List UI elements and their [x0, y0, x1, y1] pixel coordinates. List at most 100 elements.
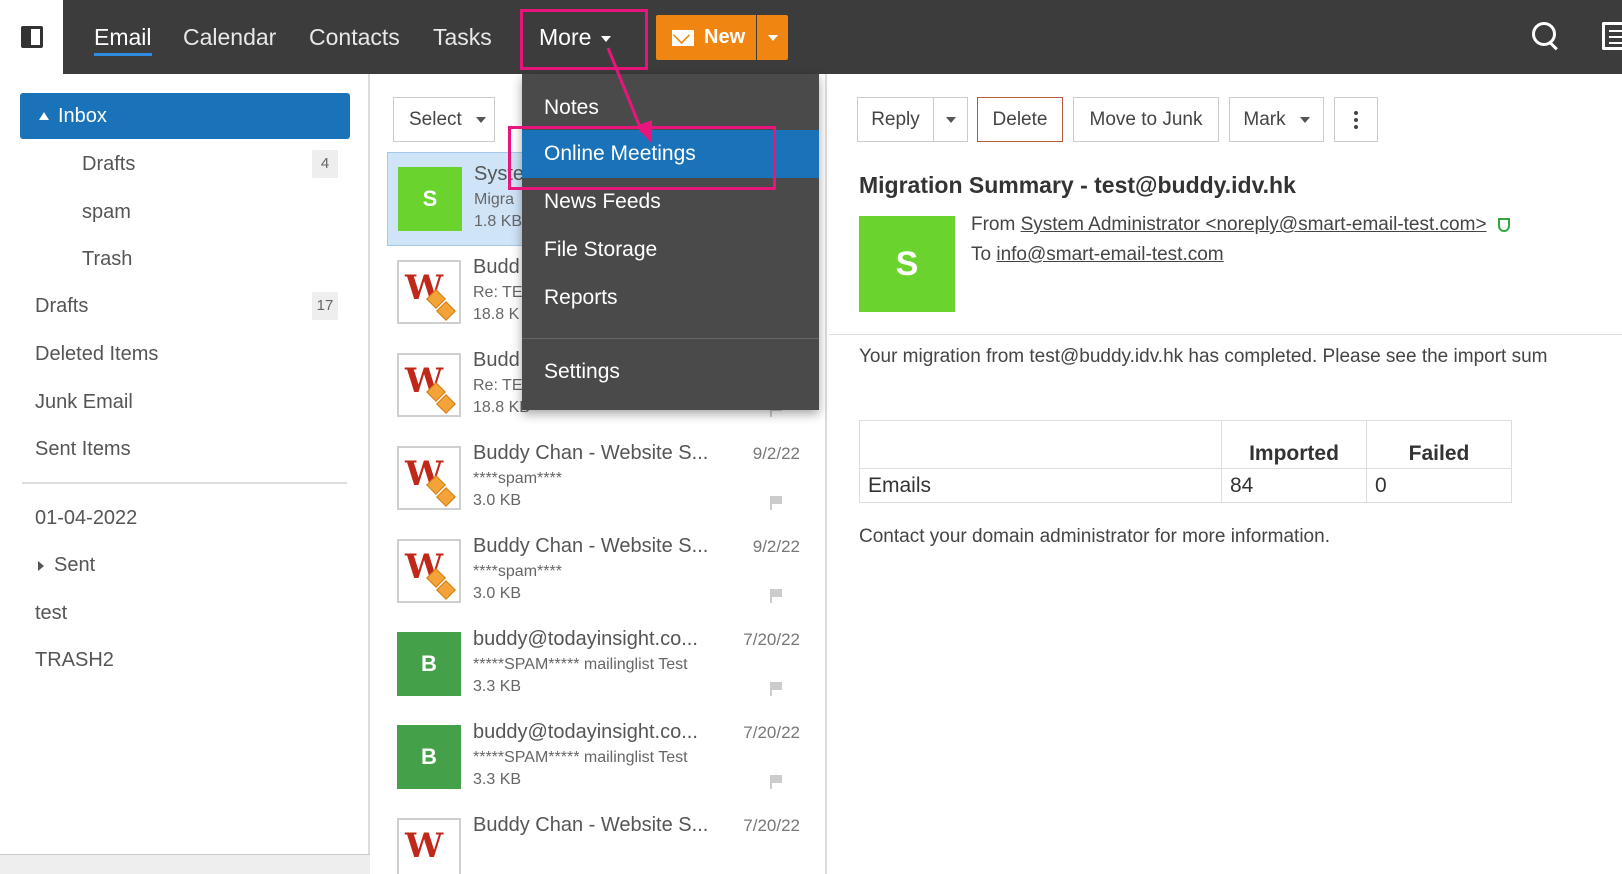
sender-avatar-large: S	[859, 216, 955, 312]
reading-pane: Reply Delete Move to Junk Mark Migration…	[829, 74, 1622, 874]
folder-trash2[interactable]: TRASH2	[20, 637, 350, 683]
folder-label: test	[35, 602, 68, 624]
sidebar-toggle-button[interactable]	[0, 0, 63, 74]
folder-sent-items[interactable]: Sent Items	[20, 426, 350, 472]
menu-item-file-storage[interactable]: File Storage	[522, 226, 819, 274]
message-subject: Re: TE	[473, 284, 523, 301]
chevron-down-icon	[475, 116, 486, 123]
table-header	[859, 420, 1222, 469]
chevron-down-icon	[1299, 116, 1310, 123]
annotation-arrow-icon	[606, 47, 652, 144]
new-button[interactable]: New	[656, 15, 756, 60]
verified-shield-icon	[1497, 217, 1510, 232]
envelope-icon	[672, 29, 694, 46]
folder-divider	[22, 482, 347, 484]
message-date: 7/20/22	[743, 816, 800, 835]
message-row[interactable]: B buddy@todayinsight.co... 7/20/22 *****…	[387, 711, 812, 805]
menu-item-reports[interactable]: Reports	[522, 274, 819, 322]
message-size: 3.0 KB	[473, 492, 522, 509]
to-label: To	[971, 244, 992, 265]
folder-inbox-drafts[interactable]: Drafts 4	[20, 141, 350, 187]
table-cell: 84	[1221, 468, 1367, 503]
reply-label: Reply	[871, 108, 920, 130]
folder-label: spam	[82, 201, 131, 223]
more-actions-button[interactable]	[1334, 97, 1378, 142]
sender-avatar: B	[397, 632, 461, 696]
sidebar-toggle-icon	[20, 26, 43, 48]
folder-label: Drafts	[82, 153, 136, 175]
company-logo-avatar: W	[397, 539, 461, 603]
folder-test[interactable]: test	[20, 590, 350, 636]
folder-label: Trash	[82, 248, 133, 270]
nav-contacts[interactable]: Contacts	[309, 0, 400, 74]
to-address-link[interactable]: info@smart-email-test.com	[996, 244, 1223, 265]
message-row[interactable]: W Buddy Chan - Website S... 9/2/22 ****s…	[387, 525, 812, 619]
message-row[interactable]: B buddy@todayinsight.co... 7/20/22 *****…	[387, 618, 812, 712]
new-button-label: New	[704, 26, 746, 48]
delete-label: Delete	[992, 108, 1048, 130]
to-line: To info@smart-email-test.com	[971, 244, 1224, 266]
mark-button[interactable]: Mark	[1229, 97, 1324, 142]
menu-item-notes[interactable]: Notes	[522, 84, 819, 132]
expand-arrow-icon[interactable]	[38, 560, 44, 571]
folder-drafts[interactable]: Drafts 17	[20, 283, 350, 329]
horizontal-scrollbar[interactable]	[0, 854, 370, 874]
folder-junk-email[interactable]: Junk Email	[20, 379, 350, 425]
from-line: From System Administrator <noreply@smart…	[971, 214, 1510, 236]
nav-email[interactable]: Email	[94, 0, 152, 74]
message-subject: ****spam****	[473, 563, 562, 580]
flag-icon[interactable]	[770, 496, 782, 510]
folder-sent[interactable]: Sent	[20, 542, 350, 588]
move-to-junk-button[interactable]: Move to Junk	[1073, 97, 1219, 142]
sender-avatar: S	[398, 167, 462, 231]
folder-label: Sent	[54, 554, 96, 576]
reply-button[interactable]: Reply	[857, 97, 934, 142]
message-size: 3.0 KB	[473, 585, 522, 602]
flag-icon[interactable]	[770, 682, 782, 696]
new-dropdown-button[interactable]	[757, 15, 788, 60]
message-row[interactable]: W Buddy Chan - Website S... 7/20/22	[387, 804, 812, 874]
message-size: 18.8 K	[473, 306, 520, 323]
folder-sidebar: Inbox Drafts 4 spam Trash Drafts 17 Delete…	[0, 74, 370, 874]
message-date: 7/20/22	[743, 723, 800, 742]
folder-label: Inbox	[58, 105, 107, 127]
flag-icon[interactable]	[770, 589, 782, 603]
move-to-junk-label: Move to Junk	[1089, 108, 1203, 130]
delete-button[interactable]: Delete	[977, 97, 1063, 142]
from-address-link[interactable]: System Administrator <noreply@smart-emai…	[1021, 214, 1487, 235]
table-header: Imported	[1221, 420, 1367, 469]
more-dropdown-menu: Notes Online Meetings News Feeds File St…	[522, 74, 819, 410]
folder-deleted-items[interactable]: Deleted Items	[20, 331, 350, 377]
message-row[interactable]: W Buddy Chan - Website S... 9/2/22 ****s…	[387, 432, 812, 526]
chevron-down-icon	[945, 116, 956, 123]
message-from: Buddy Chan - Website S...	[473, 535, 709, 557]
select-button[interactable]: Select	[393, 97, 495, 142]
message-from: buddy@todayinsight.co...	[473, 721, 698, 743]
header-separator	[829, 334, 1622, 335]
folder-inbox[interactable]: Inbox	[20, 93, 350, 139]
flag-icon[interactable]	[770, 775, 782, 789]
folder-label: 01-04-2022	[35, 507, 138, 529]
company-logo-avatar: W	[397, 818, 461, 874]
folder-trash[interactable]: Trash	[20, 236, 350, 282]
message-from: Budd	[473, 256, 520, 278]
menu-item-settings[interactable]: Settings	[522, 348, 819, 396]
message-from: Buddy Chan - Website S...	[473, 814, 709, 836]
message-subject: Migra	[474, 191, 515, 208]
unread-badge: 17	[312, 292, 338, 320]
search-icon[interactable]	[1532, 22, 1562, 52]
reply-options-button[interactable]	[933, 97, 968, 142]
message-size: 3.3 KB	[473, 771, 522, 788]
folder-spam[interactable]: spam	[20, 189, 350, 235]
nav-calendar[interactable]: Calendar	[183, 0, 276, 74]
folder-label: TRASH2	[35, 649, 114, 671]
list-view-icon[interactable]	[1602, 22, 1622, 50]
sender-avatar: B	[397, 725, 461, 789]
message-subject-heading: Migration Summary - test@buddy.idv.hk	[859, 172, 1296, 198]
message-from: Buddy Chan - Website S...	[473, 442, 709, 464]
nav-tasks[interactable]: Tasks	[433, 0, 492, 74]
company-logo-avatar: W	[397, 446, 461, 510]
table-row: Emails 84 0	[859, 468, 1512, 503]
message-date: 7/20/22	[743, 630, 800, 649]
folder-01-04-2022[interactable]: 01-04-2022	[20, 495, 350, 541]
